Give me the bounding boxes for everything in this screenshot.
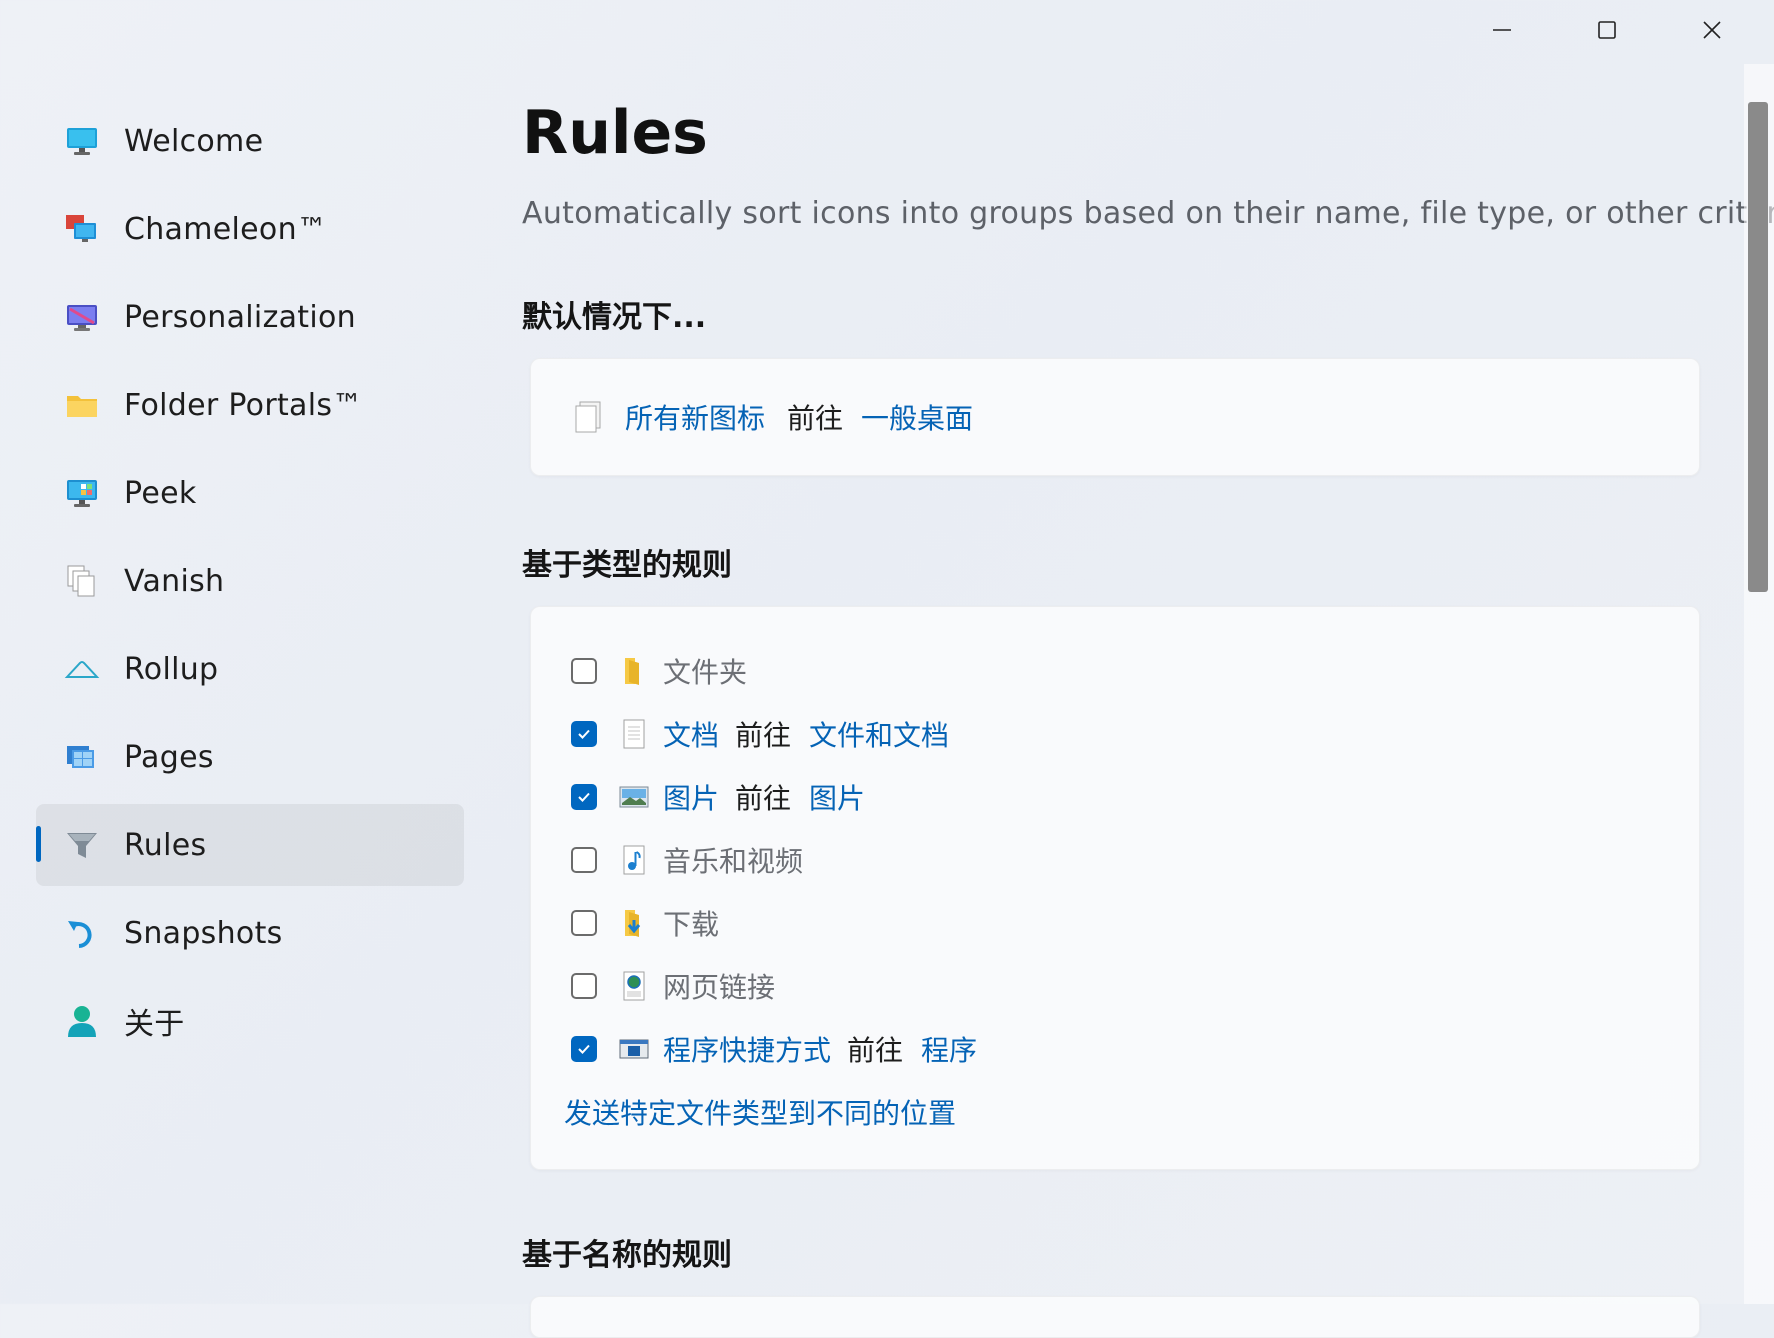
maximize-icon <box>1597 21 1616 39</box>
monitor-icon <box>64 123 100 159</box>
sidebar-item-label: Peek <box>124 475 197 511</box>
rule-checkbox[interactable] <box>571 720 597 747</box>
default-verb: 前往 <box>787 402 844 435</box>
sidebar-item-label: Vanish <box>124 563 225 599</box>
rule-checkbox[interactable] <box>571 657 597 684</box>
default-rule-row: 所有新图标 前往 一般桌面 <box>531 359 1699 475</box>
type-rules-footer: 发送特定文件类型到不同的位置 <box>531 1080 1699 1143</box>
type-rule-row-documents: 文档 前往 文件和文档 <box>531 702 1699 765</box>
default-target-link[interactable]: 一般桌面 <box>861 397 973 437</box>
rule-target-link[interactable]: 文件和文档 <box>809 714 949 754</box>
sidebar-item-label: Welcome <box>124 123 264 159</box>
snapshot-icon <box>64 915 100 951</box>
peek-monitor-icon <box>64 475 100 511</box>
rule-name: 音乐和视频 <box>663 844 804 878</box>
sidebar-item-personalization[interactable]: Personalization <box>36 276 464 358</box>
rule-name: 文件夹 <box>663 655 748 689</box>
folder-icon <box>64 387 100 423</box>
minimize-button[interactable] <box>1449 0 1554 60</box>
window-controls <box>1449 0 1764 60</box>
sidebar-item-snapshots[interactable]: Snapshots <box>36 892 464 974</box>
rule-target-link[interactable]: 图片 <box>809 777 865 817</box>
sidebar-item-label: Pages <box>124 739 214 775</box>
sidebar-item-vanish[interactable]: Vanish <box>36 540 464 622</box>
chameleon-icon <box>64 211 100 247</box>
sidebar-item-label: Folder Portals™ <box>124 387 363 423</box>
document-icon <box>619 719 649 749</box>
rule-checkbox[interactable] <box>571 846 597 873</box>
pages-icon <box>64 739 100 775</box>
funnel-icon <box>64 827 100 863</box>
type-rule-row-pictures: 图片 前往 图片 <box>531 765 1699 828</box>
default-source-link[interactable]: 所有新图标 <box>625 397 765 437</box>
sidebar-item-about[interactable]: 关于 <box>36 980 464 1062</box>
sidebar-item-folder-portals[interactable]: Folder Portals™ <box>36 364 464 446</box>
new-icons-icon <box>573 401 603 433</box>
sidebar-item-rules[interactable]: Rules <box>36 804 464 886</box>
type-rules-card: 文件夹 文档 前往 文件和文档 图片 前往 图片 音乐和视频 下载 网页链接 程… <box>530 606 1700 1170</box>
type-rule-row-web-links: 网页链接 <box>531 954 1699 1017</box>
sidebar-item-label: Rules <box>124 827 207 863</box>
section-title-type: 基于类型的规则 <box>522 548 732 583</box>
picture-icon <box>619 782 649 812</box>
sidebar: Welcome Chameleon™ Personalization Folde… <box>36 100 464 1068</box>
sidebar-item-peek[interactable]: Peek <box>36 452 464 534</box>
download-folder-icon <box>619 908 649 938</box>
type-rule-row-music-video: 音乐和视频 <box>531 828 1699 891</box>
close-button[interactable] <box>1659 0 1764 60</box>
web-link-icon <box>619 971 649 1001</box>
rule-checkbox[interactable] <box>571 909 597 936</box>
rule-name[interactable]: 文档 <box>663 714 719 754</box>
music-icon <box>619 845 649 875</box>
send-file-types-link[interactable]: 发送特定文件类型到不同的位置 <box>564 1092 956 1132</box>
section-title-default: 默认情况下... <box>522 300 707 335</box>
type-rule-row-folder: 文件夹 <box>531 639 1699 702</box>
section-title-name: 基于名称的规则 <box>522 1238 732 1273</box>
page-subtitle: Automatically sort icons into groups bas… <box>522 196 1774 231</box>
sidebar-item-label: Snapshots <box>124 915 283 951</box>
rule-checkbox[interactable] <box>571 1035 597 1062</box>
rule-name: 网页链接 <box>663 970 776 1004</box>
type-rule-row-downloads: 下载 <box>531 891 1699 954</box>
sidebar-item-chameleon[interactable]: Chameleon™ <box>36 188 464 270</box>
sidebar-item-rollup[interactable]: Rollup <box>36 628 464 710</box>
rule-verb: 前往 <box>735 718 792 752</box>
rule-verb: 前往 <box>847 1033 904 1067</box>
personalization-icon <box>64 299 100 335</box>
sidebar-item-label: Rollup <box>124 651 219 687</box>
rule-verb: 前往 <box>735 781 792 815</box>
default-rule-card: 所有新图标 前往 一般桌面 <box>530 358 1700 476</box>
scrollbar-thumb[interactable] <box>1748 102 1768 592</box>
page-title: Rules <box>522 98 708 168</box>
rule-name: 下载 <box>663 907 720 941</box>
rule-name[interactable]: 图片 <box>663 777 719 817</box>
sidebar-item-pages[interactable]: Pages <box>36 716 464 798</box>
rule-name[interactable]: 程序快捷方式 <box>663 1029 831 1069</box>
sidebar-item-label: Personalization <box>124 299 356 335</box>
sidebar-item-welcome[interactable]: Welcome <box>36 100 464 182</box>
maximize-button[interactable] <box>1554 0 1659 60</box>
minimize-icon <box>1492 29 1511 31</box>
rollup-icon <box>64 651 100 687</box>
name-rules-card <box>530 1296 1700 1338</box>
folder-icon <box>619 656 649 686</box>
rule-checkbox[interactable] <box>571 972 597 999</box>
close-icon <box>1702 21 1721 39</box>
sidebar-item-label: 关于 <box>124 1007 185 1042</box>
sidebar-item-label: Chameleon™ <box>124 211 328 247</box>
rule-target-link[interactable]: 程序 <box>921 1029 977 1069</box>
person-icon <box>64 1003 100 1039</box>
rule-checkbox[interactable] <box>571 783 597 810</box>
vanish-icon <box>64 563 100 599</box>
shortcut-icon <box>619 1034 649 1064</box>
type-rule-row-shortcuts: 程序快捷方式 前往 程序 <box>531 1017 1699 1080</box>
